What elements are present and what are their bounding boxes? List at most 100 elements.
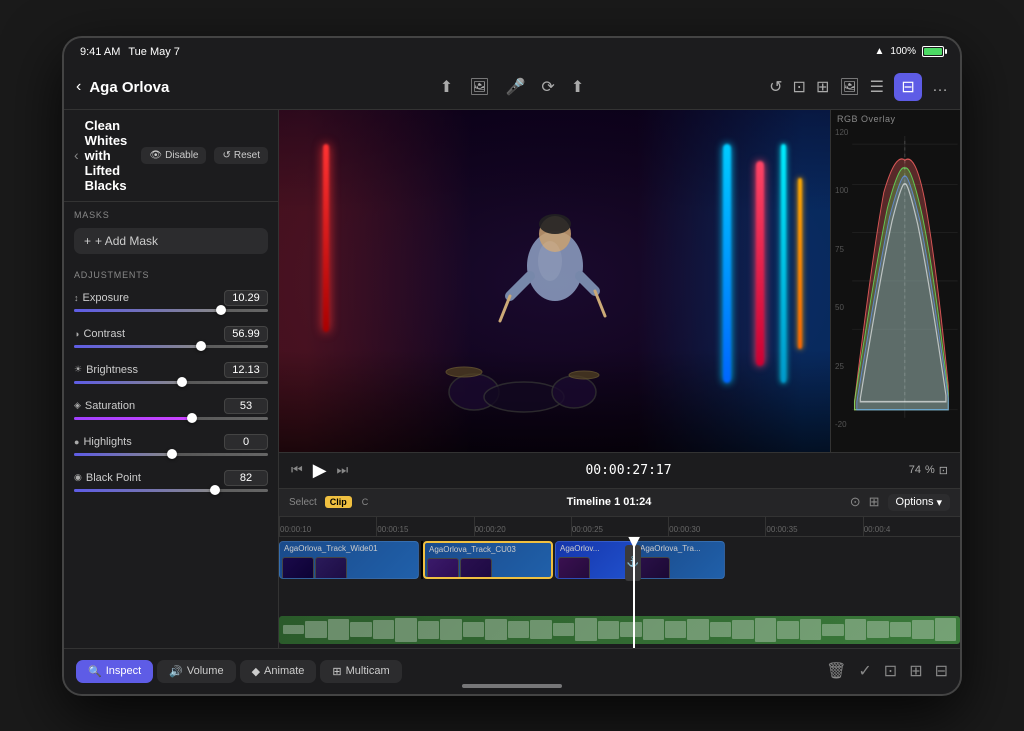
more-icon[interactable]: … bbox=[932, 78, 948, 96]
highlights-row: ● Highlights 0 bbox=[64, 428, 278, 464]
delete-button[interactable]: 🗑 bbox=[826, 661, 846, 681]
clip-3[interactable]: AgaOrlov... bbox=[555, 541, 633, 579]
exposure-value[interactable]: 10.29 bbox=[224, 290, 268, 306]
wave-19 bbox=[687, 619, 708, 641]
tab-animate[interactable]: ◆ Animate bbox=[240, 660, 317, 683]
view-icon[interactable]: ⊞ bbox=[816, 77, 829, 97]
center-wrapper: RGB Overlay 120 100 75 50 25 -20 bbox=[279, 110, 960, 648]
masks-section-label: MASKS bbox=[64, 202, 278, 224]
clip-3-label: AgaOrlov... bbox=[556, 542, 632, 555]
clip-badge: Clip bbox=[325, 496, 352, 508]
filter-icon[interactable]: ⊙ bbox=[850, 494, 861, 510]
reset-button[interactable]: ↺ Reset bbox=[214, 147, 268, 164]
status-bar: 9:41 AM Tue May 7 ▲ 100% bbox=[64, 38, 960, 66]
blackpoint-thumb[interactable] bbox=[210, 485, 220, 495]
saturation-thumb[interactable] bbox=[187, 413, 197, 423]
exposure-slider[interactable] bbox=[74, 309, 268, 312]
wave-12 bbox=[530, 620, 551, 639]
waveform-chart bbox=[831, 128, 960, 450]
undo-icon[interactable]: ⟳ bbox=[541, 77, 554, 97]
options-button[interactable]: Options ▾ bbox=[888, 494, 950, 511]
contrast-thumb[interactable] bbox=[196, 341, 206, 351]
wave-27 bbox=[867, 621, 888, 638]
highlights-icon: ● bbox=[74, 437, 79, 447]
view3-button[interactable]: ⊟ bbox=[935, 661, 948, 681]
disable-button[interactable]: 👁 Disable bbox=[141, 147, 206, 164]
battery-fill bbox=[924, 48, 942, 55]
wave-7 bbox=[418, 621, 439, 639]
highlights-thumb[interactable] bbox=[167, 449, 177, 459]
options-label: Options bbox=[896, 496, 934, 508]
main-content: ‹ Clean Whites with Lifted Blacks 👁 Disa… bbox=[64, 110, 960, 648]
wave-5 bbox=[373, 620, 394, 639]
rewind-icon[interactable]: ⏮ bbox=[291, 462, 303, 478]
zoom-control[interactable]: 74 % ⊡ bbox=[909, 464, 948, 477]
drum-svg bbox=[444, 357, 604, 417]
wave-3 bbox=[328, 619, 349, 641]
contrast-slider[interactable] bbox=[74, 345, 268, 348]
inspector-active-icon[interactable]: ⊟ bbox=[894, 73, 922, 101]
volume-icon: 🔊 bbox=[169, 665, 183, 678]
timecode-display: 00:00:27:17 bbox=[358, 463, 899, 478]
share-icon[interactable]: ⬆ bbox=[440, 77, 453, 97]
view2-button[interactable]: ⊞ bbox=[909, 661, 922, 681]
inspector-icon: ⊟ bbox=[901, 77, 914, 97]
y-label-25: 25 bbox=[835, 362, 848, 371]
highlights-value[interactable]: 0 bbox=[224, 434, 268, 450]
highlights-slider[interactable] bbox=[74, 453, 268, 456]
blackpoint-value[interactable]: 82 bbox=[224, 470, 268, 486]
tab-volume[interactable]: 🔊 Volume bbox=[157, 660, 235, 683]
wave-1 bbox=[283, 625, 304, 635]
bottom-tabs: 🔍 Inspect 🔊 Volume ◆ Animate ⊞ Multicam bbox=[76, 660, 402, 683]
saturation-slider[interactable] bbox=[74, 417, 268, 420]
brightness-slider[interactable] bbox=[74, 381, 268, 384]
play-button[interactable]: ▶ bbox=[313, 460, 327, 481]
video-preview bbox=[279, 110, 830, 452]
mic-icon[interactable]: 🎤 bbox=[506, 77, 526, 97]
back-button[interactable]: ‹ bbox=[76, 78, 81, 96]
blackpoint-slider[interactable] bbox=[74, 489, 268, 492]
view1-button[interactable]: ⊡ bbox=[884, 661, 897, 681]
contrast-value[interactable]: 56.99 bbox=[224, 326, 268, 342]
brightness-value[interactable]: 12.13 bbox=[224, 362, 268, 378]
highlights-header: ● Highlights 0 bbox=[74, 434, 268, 450]
saturation-value[interactable]: 53 bbox=[224, 398, 268, 414]
saturation-fill bbox=[74, 417, 190, 420]
clip-4[interactable]: AgaOrlova_Tra... bbox=[635, 541, 725, 579]
crop-icon[interactable]: ⊡ bbox=[793, 77, 806, 97]
clip-2-selected[interactable]: AgaOrlova_Track_CU03 bbox=[423, 541, 553, 579]
photo2-icon[interactable]: 🖼 bbox=[839, 77, 859, 97]
contrast-header: ◑ Contrast 56.99 bbox=[74, 326, 268, 342]
exposure-thumb[interactable] bbox=[216, 305, 226, 315]
ruler-mark-2: 00:00:15 bbox=[376, 517, 473, 536]
tab-multicam[interactable]: ⊞ Multicam bbox=[320, 660, 401, 683]
export-icon[interactable]: ⬆ bbox=[571, 77, 584, 97]
effect-title: Clean Whites with Lifted Blacks bbox=[85, 118, 136, 193]
chevron-down-icon: ▾ bbox=[936, 496, 942, 509]
layout-icon[interactable]: ⊞ bbox=[869, 494, 880, 510]
photo-icon[interactable]: 🖼 bbox=[469, 77, 489, 97]
checklist-icon[interactable]: ☰ bbox=[870, 77, 884, 97]
add-mask-button[interactable]: + + Add Mask bbox=[74, 228, 268, 254]
thumb-2 bbox=[315, 557, 347, 579]
rgb-overlay-label: RGB Overlay bbox=[831, 110, 960, 128]
rgb-chart: 120 100 75 50 25 -20 bbox=[831, 128, 960, 450]
confirm-button[interactable]: ✓ bbox=[858, 661, 871, 681]
history-icon[interactable]: ↺ bbox=[769, 77, 782, 97]
main-toolbar: ‹ Aga Orlova ⬆ 🖼 🎤 ⟳ ⬆ ↺ ⊡ ⊞ 🖼 ☰ ⊟ … bbox=[64, 66, 960, 110]
wave-24 bbox=[800, 619, 821, 639]
brightness-thumb[interactable] bbox=[177, 377, 187, 387]
zoom-icon: ⊡ bbox=[939, 464, 948, 477]
wave-29 bbox=[912, 620, 933, 639]
brightness-row: ☀ Brightness 12.13 bbox=[64, 356, 278, 392]
saturation-row: ◈ Saturation 53 bbox=[64, 392, 278, 428]
status-right: ▲ 100% bbox=[875, 46, 944, 57]
effect-back-button[interactable]: ‹ bbox=[74, 147, 79, 163]
tab-inspect[interactable]: 🔍 Inspect bbox=[76, 660, 153, 683]
inspect-icon: 🔍 bbox=[88, 665, 102, 678]
clip-2-thumbnails bbox=[425, 556, 551, 579]
wave-13 bbox=[553, 623, 574, 636]
clip-1[interactable]: AgaOrlova_Track_Wide01 bbox=[279, 541, 419, 579]
audio-track[interactable] bbox=[279, 616, 960, 644]
forward-icon[interactable]: ⏭ bbox=[337, 462, 349, 478]
